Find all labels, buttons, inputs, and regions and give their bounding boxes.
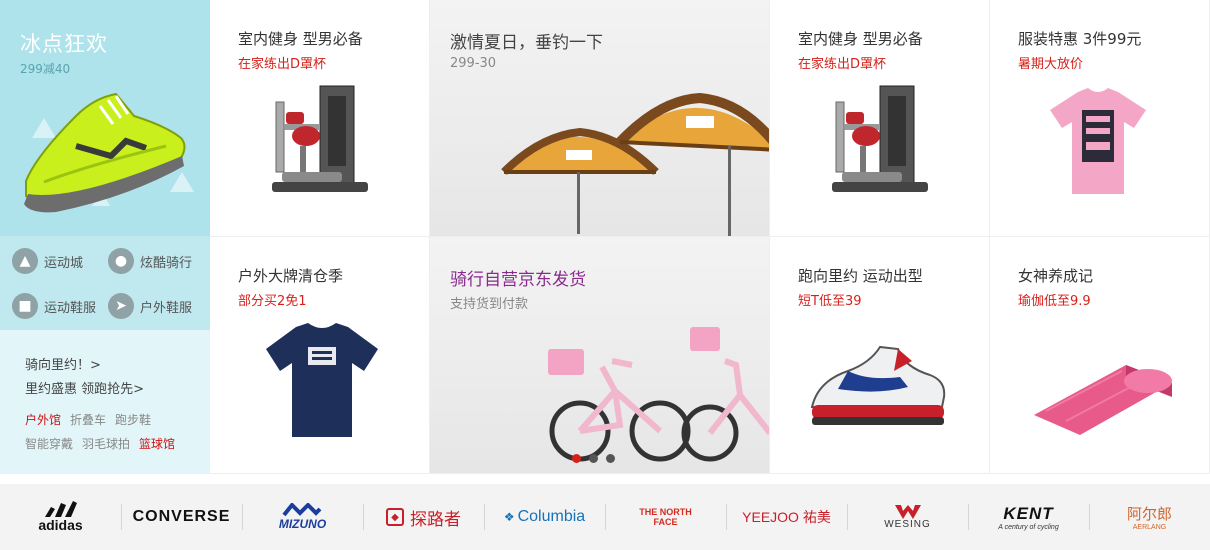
card-subtitle: 瑜伽低至9.9 [1018, 294, 1091, 309]
brand-name: 探路者 [410, 509, 461, 529]
bicycle-image [548, 327, 769, 462]
adidas-stripes-icon [45, 501, 78, 517]
category-item[interactable]: ● 炫酷骑行 [108, 248, 192, 274]
carousel-dot[interactable] [572, 454, 581, 463]
brand-logo-yeejoo[interactable]: YEEJOO 祐美 [726, 484, 847, 550]
card-subtitle: 短T低至39 [798, 294, 862, 309]
sports-floor: 冰点狂欢 299减40 ▲ 运动城 ● 炫酷骑行 ■ 运动鞋服 ➤ 户外鞋服 骑… [0, 0, 1210, 550]
card-title: 户外大牌清仓季 [238, 267, 344, 285]
category-shortcuts: ▲ 运动城 ● 炫酷骑行 ■ 运动鞋服 ➤ 户外鞋服 [0, 236, 210, 330]
navy-tshirt-image [266, 323, 378, 437]
pink-tshirt-image [1050, 88, 1146, 194]
promo-banner[interactable]: 冰点狂欢 299减40 [0, 0, 210, 236]
card-title: 骑行自营京东发货 [450, 270, 586, 290]
brand-logo-northface[interactable]: THE NORTH FACE [605, 484, 726, 550]
category-item[interactable]: ▲ 运动城 [12, 248, 83, 274]
brand-name: YEEJOO 祐美 [742, 509, 831, 525]
tag-link[interactable]: 户外馆 [25, 413, 61, 427]
product-card-featured[interactable]: 激情夏日，垂钓一下 299-30 [430, 0, 770, 237]
tag-link[interactable]: 智能穿戴 [25, 437, 73, 451]
brand-name: WESING [884, 518, 931, 530]
brand-name: CONVERSE [132, 508, 231, 525]
brand-logo-converse[interactable]: CONVERSE [121, 484, 242, 550]
product-card[interactable]: 女神养成记 瑜伽低至9.9 [990, 237, 1210, 474]
product-card[interactable]: 户外大牌清仓季 部分买2免1 [210, 237, 430, 474]
category-label: 户外鞋服 [140, 300, 193, 316]
fishing-umbrella-image [501, 92, 769, 236]
card-title: 女神养成记 [1018, 267, 1094, 285]
category-item[interactable]: ➤ 户外鞋服 [108, 293, 192, 319]
card-title: 室内健身 型男必备 [238, 30, 363, 48]
side-link[interactable]: 骑向里约！> [25, 354, 101, 373]
product-card[interactable]: 服装特惠 3件99元 暑期大放价 [990, 0, 1210, 237]
shirt-icon: ■ [12, 293, 38, 319]
card-subtitle: 在家练出D罩杯 [238, 57, 327, 72]
brand-logo-kent[interactable]: KENT A century of cycling [968, 484, 1089, 550]
card-subtitle: 暑期大放价 [1018, 57, 1084, 72]
category-label: 炫酷骑行 [140, 255, 193, 271]
left-column: 冰点狂欢 299减40 ▲ 运动城 ● 炫酷骑行 ■ 运动鞋服 ➤ 户外鞋服 骑… [0, 0, 210, 474]
carousel-dot[interactable] [606, 454, 615, 463]
promo-subtitle: 299减40 [20, 62, 71, 76]
category-label: 运动城 [44, 255, 84, 271]
brand-name: MIZUNO [278, 517, 327, 531]
promo-title: 冰点狂欢 [20, 32, 108, 56]
tag-link[interactable]: 跑步鞋 [115, 413, 151, 427]
card-title: 跑向里约 运动出型 [798, 267, 923, 285]
wesing-w-icon [894, 504, 921, 519]
running-shoe-image [24, 92, 186, 213]
product-card[interactable]: 室内健身 型男必备 在家练出D罩杯 [770, 0, 990, 237]
sneaker-image [810, 345, 946, 425]
brand-logo-toread[interactable]: ◆ 探路者 [363, 484, 484, 550]
brand-name: Columbia [517, 508, 586, 525]
tag-list: 户外馆 折叠车 跑步鞋 智能穿戴 羽毛球拍 篮球馆 [25, 408, 200, 456]
brand-logo-mizuno[interactable]: MIZUNO [242, 484, 363, 550]
brand-logo-wesing[interactable]: WESING [847, 484, 968, 550]
product-card-featured[interactable]: 骑行自营京东发货 支持货到付款 [430, 237, 770, 474]
category-label: 运动鞋服 [44, 300, 97, 316]
brand-logo-aerlang[interactable]: 阿尔郎 AERLANG [1089, 484, 1210, 550]
card-subtitle: 支持货到付款 [450, 297, 529, 312]
carousel-dots [572, 454, 623, 463]
brand-bar: adidas CONVERSE MIZUNO ◆ 探路者 ❖ Columbia … [0, 484, 1210, 550]
product-card[interactable]: 跑向里约 运动出型 短T低至39 [770, 237, 990, 474]
columbia-diamond-icon: ❖ [503, 510, 515, 524]
brand-logo-adidas[interactable]: adidas [0, 484, 121, 550]
runner-icon: ➤ [108, 293, 134, 319]
side-links: 骑向里约！> 里约盛惠 领跑抢先> 户外馆 折叠车 跑步鞋 智能穿戴 羽毛球拍 篮球馆 [0, 330, 210, 474]
yoga-mat-image [1034, 365, 1172, 435]
card-title: 服装特惠 3件99元 [1018, 30, 1142, 48]
brand-logo-columbia[interactable]: ❖ Columbia [484, 484, 605, 550]
brand-tagline: AERLANG [1132, 524, 1167, 531]
card-title: 室内健身 型男必备 [798, 30, 923, 48]
carousel-dot[interactable] [589, 454, 598, 463]
brand-name: 阿尔郎 [1126, 506, 1172, 523]
tag-link[interactable]: 折叠车 [70, 413, 106, 427]
toread-logo-icon: ◆ [386, 508, 404, 526]
brand-name: KENT [1003, 503, 1054, 523]
shoe-icon: ▲ [12, 248, 38, 274]
side-link[interactable]: 里约盛惠 领跑抢先> [25, 378, 144, 397]
card-subtitle: 部分买2免1 [238, 294, 307, 309]
brand-tagline: A century of cycling [998, 523, 1059, 531]
brand-name: THE NORTH FACE [639, 507, 692, 527]
card-subtitle: 299-30 [450, 56, 497, 71]
bike-icon: ● [108, 248, 134, 274]
tag-link[interactable]: 羽毛球拍 [82, 437, 130, 451]
category-item[interactable]: ■ 运动鞋服 [12, 293, 96, 319]
product-card[interactable]: 室内健身 型男必备 在家练出D罩杯 [210, 0, 430, 237]
brand-name: adidas [38, 517, 83, 533]
fitness-machine-image [272, 85, 368, 192]
fitness-machine-image [832, 85, 928, 192]
mizuno-wave-icon [282, 503, 322, 517]
card-title: 激情夏日，垂钓一下 [450, 33, 603, 53]
card-subtitle: 在家练出D罩杯 [798, 57, 887, 72]
tag-link[interactable]: 篮球馆 [139, 437, 175, 451]
